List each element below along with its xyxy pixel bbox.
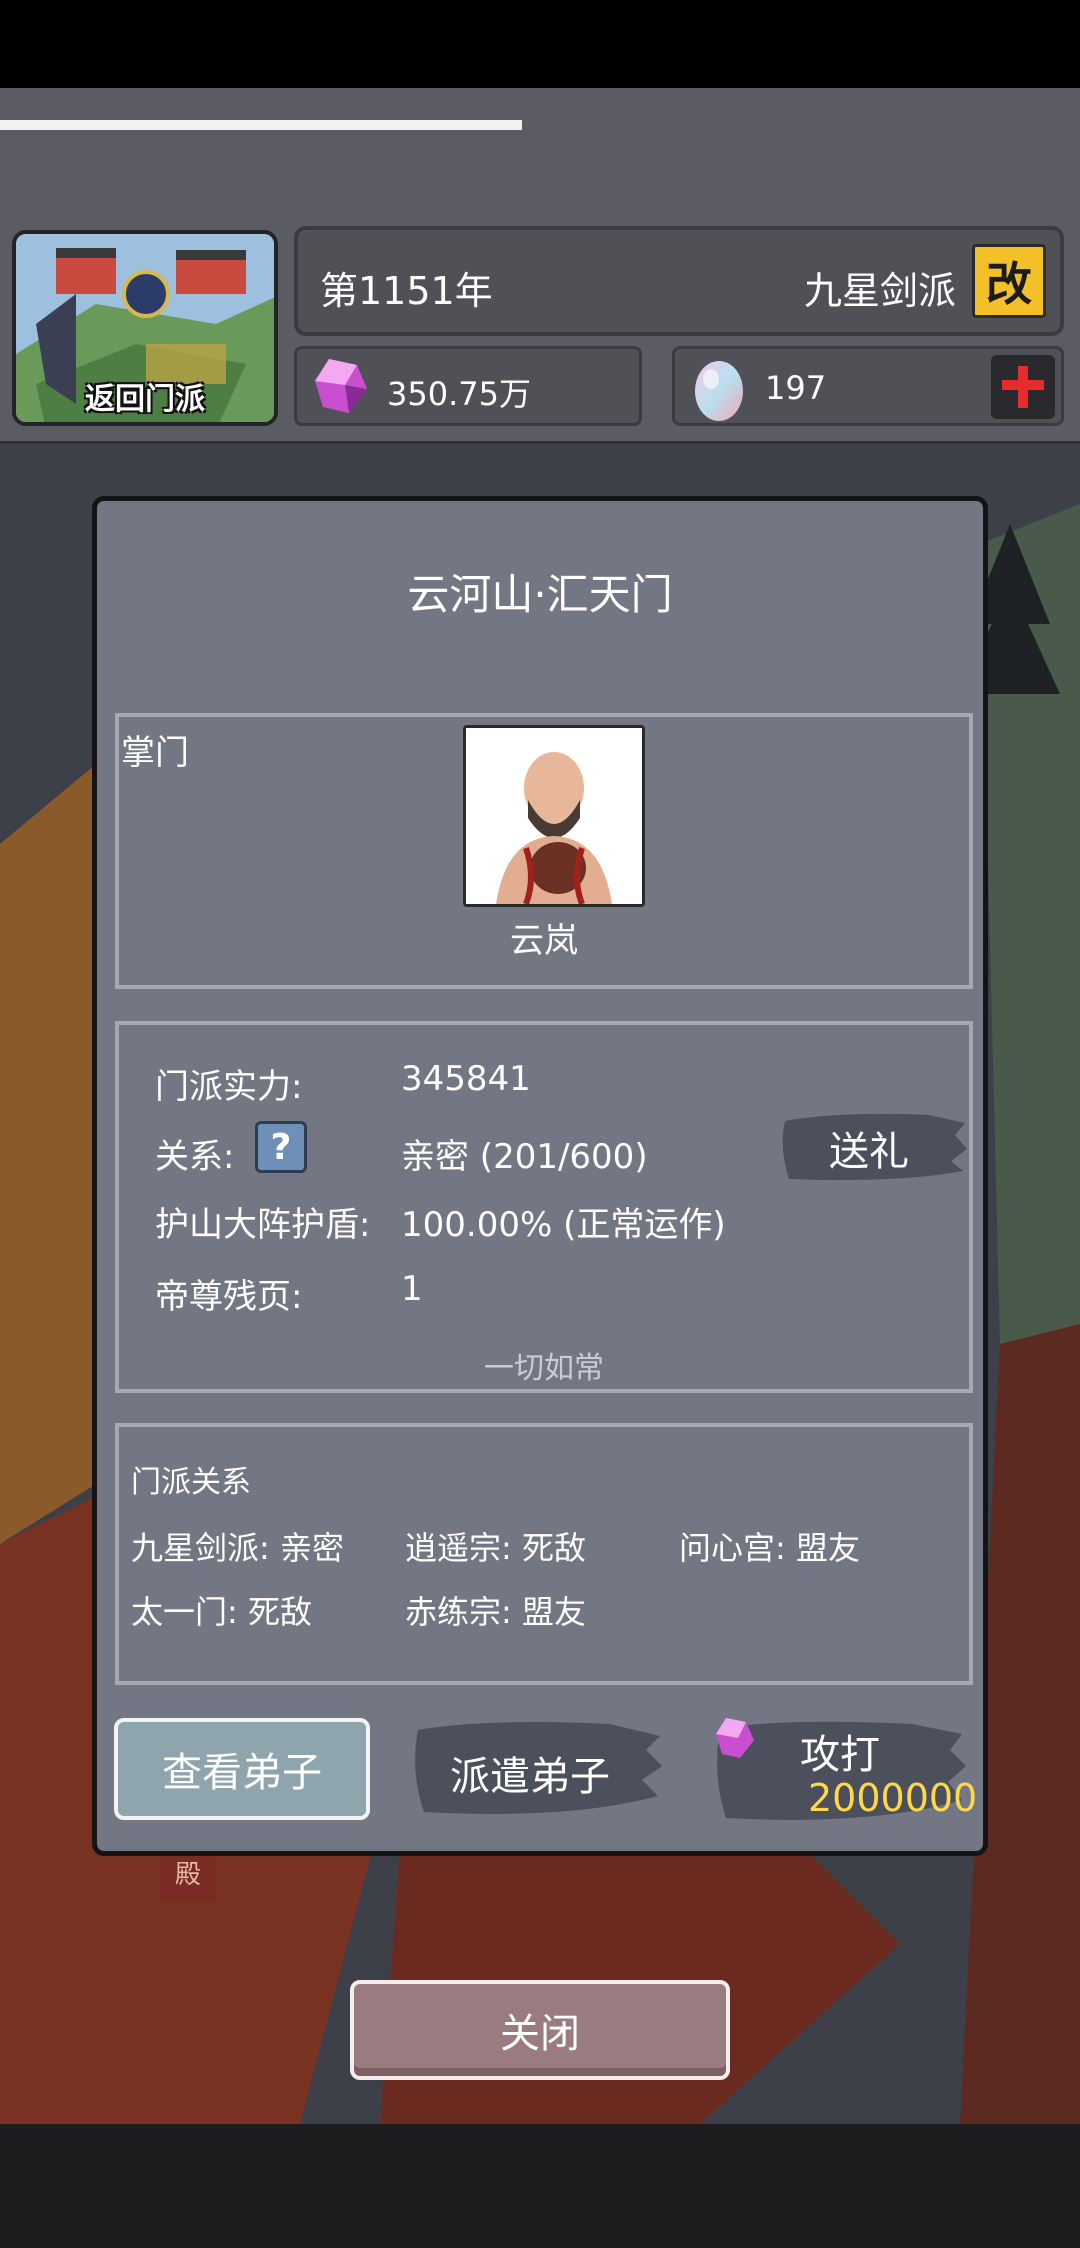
rename-button[interactable]: 改	[972, 244, 1046, 318]
rename-icon: 改	[986, 257, 1032, 311]
relation-item: 逍遥宗: 死敌	[405, 1529, 586, 1567]
relations-title: 门派关系	[131, 1465, 251, 1500]
attack-cost: 2000000	[808, 1776, 978, 1820]
return-to-sect-button[interactable]: 返回门派	[12, 230, 278, 426]
dialog-title: 云河山·汇天门	[407, 570, 673, 619]
shield-value: 100.00% (正常运作)	[401, 1205, 726, 1245]
view-disciples-button[interactable]: 查看弟子	[114, 1718, 370, 1820]
spirit-stone-value: 350.75万	[387, 375, 531, 413]
relation-item: 太一门: 死敌	[131, 1593, 312, 1631]
plus-icon	[1002, 366, 1044, 408]
pages-value: 1	[401, 1269, 423, 1309]
relation-item: 问心宫: 盟友	[679, 1529, 860, 1567]
status-text: 一切如常	[484, 1351, 604, 1386]
add-eggs-button[interactable]	[991, 355, 1055, 419]
return-label: 返回门派	[85, 382, 205, 417]
leader-avatar-icon	[466, 728, 642, 904]
gem-icon	[716, 1718, 754, 1758]
shield-label: 护山大阵护盾:	[155, 1205, 371, 1245]
sect-info-dialog: 云河山·汇天门 掌门 云岚 门派实力: 345841 关系: ? 亲密 (201…	[92, 496, 988, 1856]
dispatch-disciples-button[interactable]: 派遣弟子	[410, 1716, 666, 1820]
egg-value: 197	[765, 369, 827, 407]
gem-icon	[315, 359, 367, 413]
help-icon[interactable]: ?	[255, 1121, 307, 1173]
leader-section: 掌门 云岚	[115, 713, 973, 989]
egg-icon	[695, 361, 743, 421]
relation-item: 九星剑派: 亲密	[131, 1529, 344, 1567]
power-value: 345841	[401, 1059, 531, 1099]
relation-label: 关系:	[155, 1137, 235, 1177]
pages-label: 帝尊残页:	[155, 1277, 303, 1317]
status-bar	[0, 0, 1080, 88]
relation-item: 赤练宗: 盟友	[405, 1593, 586, 1631]
power-label: 门派实力:	[155, 1067, 303, 1107]
close-button[interactable]: 关闭	[350, 1980, 730, 2080]
sect-name: 九星剑派	[803, 269, 956, 313]
gift-label: 送礼	[829, 1129, 909, 1175]
leader-portrait[interactable]	[463, 725, 645, 907]
gift-button[interactable]: 送礼	[779, 1109, 969, 1183]
sect-info-section: 门派实力: 345841 关系: ? 亲密 (201/600) 送礼 护山大阵护…	[115, 1021, 973, 1393]
attack-button[interactable]: 攻打 2000000	[712, 1716, 977, 1826]
dispatch-label: 派遣弟子	[450, 1754, 610, 1800]
year-panel: 第1151年 九星剑派 改	[294, 226, 1064, 336]
leader-label: 掌门	[121, 733, 189, 773]
spirit-stone-counter: 350.75万	[294, 346, 642, 426]
bottom-bar	[0, 2124, 1080, 2248]
sect-relations-section: 门派关系 九星剑派: 亲密 逍遥宗: 死敌 问心宫: 盟友 太一门: 死敌 赤练…	[115, 1423, 973, 1685]
progress-strip	[0, 120, 522, 130]
egg-counter: 197	[672, 346, 1064, 426]
relation-value: 亲密 (201/600)	[401, 1137, 648, 1177]
year-text: 第1151年	[320, 269, 493, 313]
leader-name: 云岚	[510, 921, 578, 961]
